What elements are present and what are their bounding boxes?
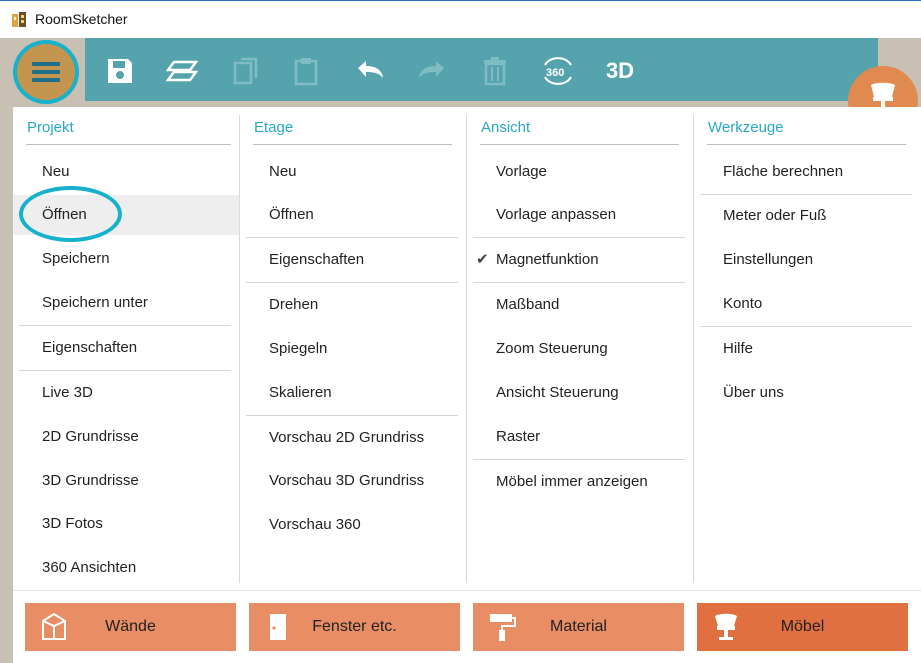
menu-item-ansicht-vorlage[interactable]: Vorlage bbox=[467, 152, 694, 192]
menu-item-werkzeuge-flaeche[interactable]: Fläche berechnen bbox=[694, 152, 921, 192]
menu-item-etage-vorschau-360[interactable]: Vorschau 360 bbox=[240, 505, 467, 545]
menu-item-werkzeuge-konto[interactable]: Konto bbox=[694, 284, 921, 324]
menu-item-projekt-2d-grundrisse[interactable]: 2D Grundrisse bbox=[13, 417, 239, 457]
menu-item-projekt-3d-fotos[interactable]: 3D Fotos bbox=[13, 504, 239, 544]
menu-item-etage-neu[interactable]: Neu bbox=[240, 152, 467, 192]
menu-item-projekt-360-ansichten[interactable]: 360 Ansichten bbox=[13, 548, 239, 588]
roomsketcher-app-icon bbox=[12, 12, 26, 27]
menu-item-projekt-speichern[interactable]: Speichern bbox=[13, 239, 239, 279]
main-menu-panel: Projekt Neu Öffnen Speichern Speichern u… bbox=[13, 107, 921, 663]
menu-header-ansicht: Ansicht bbox=[481, 119, 531, 136]
menu-item-etage-spiegeln[interactable]: Spiegeln bbox=[240, 329, 467, 369]
menu-column-etage: Etage Neu Öffnen Eigenschaften Drehen Sp… bbox=[240, 107, 467, 591]
menu-item-projekt-live-3d[interactable]: Live 3D bbox=[13, 373, 239, 413]
menu-item-projekt-3d-grundrisse[interactable]: 3D Grundrisse bbox=[13, 461, 239, 501]
open-highlight-ring bbox=[19, 186, 122, 242]
top-toolbar: 360 3D bbox=[85, 38, 878, 101]
undo-icon[interactable] bbox=[353, 54, 387, 88]
menu-item-projekt-speichern-unter[interactable]: Speichern unter bbox=[13, 283, 239, 323]
delete-icon[interactable] bbox=[478, 54, 512, 88]
menu-item-ansicht-raster[interactable]: Raster bbox=[467, 417, 694, 457]
paste-icon[interactable] bbox=[289, 54, 323, 88]
save-icon[interactable] bbox=[103, 54, 137, 88]
menu-item-ansicht-moebel-anzeigen[interactable]: Möbel immer anzeigen bbox=[467, 462, 694, 502]
walls-button[interactable]: Wände bbox=[25, 603, 236, 651]
menu-item-ansicht-vorlage-anpassen[interactable]: Vorlage anpassen bbox=[467, 195, 694, 235]
menu-column-werkzeuge: Werkzeuge Fläche berechnen Meter oder Fu… bbox=[694, 107, 921, 591]
view-3d-button[interactable]: 3D bbox=[600, 54, 640, 88]
title-bar: RoomSketcher bbox=[0, 0, 921, 38]
menu-item-projekt-eigenschaften[interactable]: Eigenschaften bbox=[13, 328, 239, 368]
checkmark-icon: ✔ bbox=[476, 251, 489, 268]
menu-item-ansicht-ansicht-steuerung[interactable]: Ansicht Steuerung bbox=[467, 373, 694, 413]
menu-column-ansicht: Ansicht Vorlage Vorlage anpassen ✔ Magne… bbox=[467, 107, 694, 591]
menu-item-werkzeuge-meter-fuss[interactable]: Meter oder Fuß bbox=[694, 196, 921, 236]
bottom-toolbar: Wände Fenster etc. Material Möbel bbox=[13, 590, 921, 663]
menu-item-etage-vorschau-3d[interactable]: Vorschau 3D Grundriss bbox=[240, 461, 467, 501]
menu-item-etage-eigenschaften[interactable]: Eigenschaften bbox=[240, 240, 467, 280]
menu-item-ansicht-magnetfunktion[interactable]: ✔ Magnetfunktion bbox=[467, 240, 694, 280]
menu-item-etage-vorschau-2d[interactable]: Vorschau 2D Grundriss bbox=[240, 418, 467, 458]
menu-item-ansicht-zoom-steuerung[interactable]: Zoom Steuerung bbox=[467, 329, 694, 369]
menu-icon bbox=[32, 62, 60, 66]
menu-item-projekt-neu[interactable]: Neu bbox=[13, 152, 239, 192]
windows-doors-button[interactable]: Fenster etc. bbox=[249, 603, 460, 651]
menu-item-etage-drehen[interactable]: Drehen bbox=[240, 285, 467, 325]
menu-item-etage-oeffnen[interactable]: Öffnen bbox=[240, 195, 467, 235]
window-title: RoomSketcher bbox=[35, 11, 128, 27]
menu-item-werkzeuge-hilfe[interactable]: Hilfe bbox=[694, 329, 921, 369]
svg-text:360: 360 bbox=[546, 67, 564, 79]
copy-icon[interactable] bbox=[229, 54, 263, 88]
menu-header-werkzeuge: Werkzeuge bbox=[708, 119, 784, 136]
menu-header-etage: Etage bbox=[254, 119, 294, 136]
menu-column-projekt: Projekt Neu Öffnen Speichern Speichern u… bbox=[13, 107, 239, 591]
menu-item-ansicht-massband[interactable]: Maßband bbox=[467, 285, 694, 325]
main-menu-button[interactable] bbox=[13, 40, 79, 104]
rotate-360-icon[interactable]: 360 bbox=[541, 54, 575, 88]
furniture-button[interactable]: Möbel bbox=[697, 603, 908, 651]
redo-icon[interactable] bbox=[415, 54, 449, 88]
floors-icon[interactable] bbox=[165, 54, 199, 88]
menu-item-etage-skalieren[interactable]: Skalieren bbox=[240, 373, 467, 413]
menu-item-werkzeuge-einstellungen[interactable]: Einstellungen bbox=[694, 240, 921, 280]
menu-header-projekt: Projekt bbox=[27, 119, 74, 136]
menu-item-werkzeuge-ueber-uns[interactable]: Über uns bbox=[694, 373, 921, 413]
material-button[interactable]: Material bbox=[473, 603, 684, 651]
